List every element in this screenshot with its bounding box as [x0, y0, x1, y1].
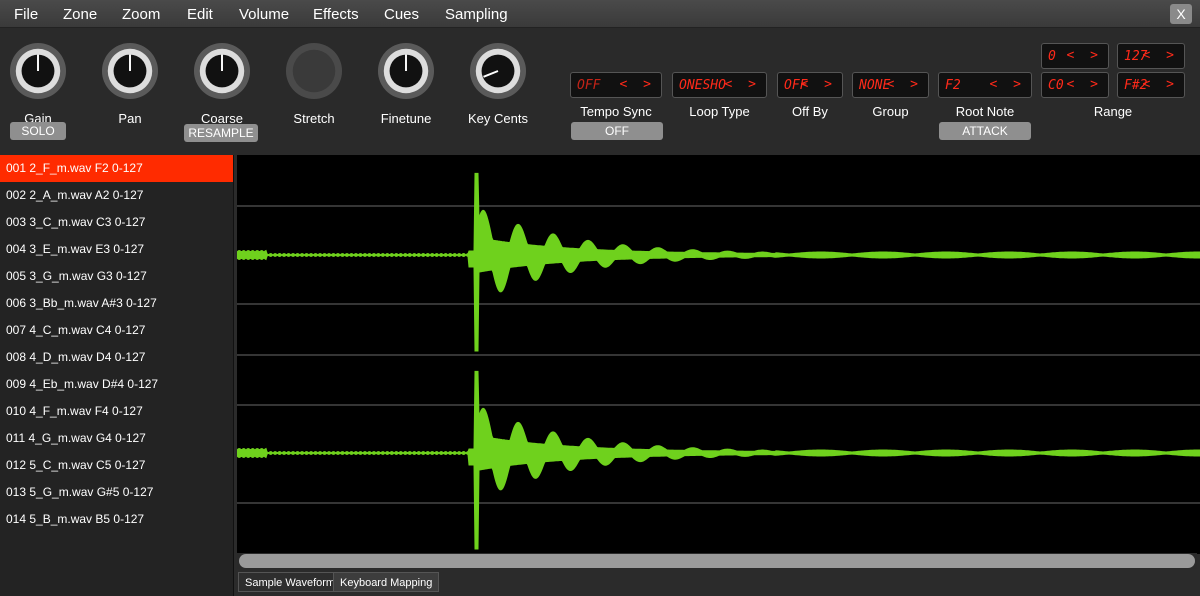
group-label: Group [872, 104, 909, 119]
attack-button[interactable]: ATTACK [939, 122, 1031, 140]
range-vel-high-arrows[interactable]: < > [1143, 48, 1178, 63]
coarse-control: Coarse [182, 42, 262, 126]
sample-list-item[interactable]: 014 5_B_m.wav B5 0-127 [0, 506, 233, 533]
sample-list-item[interactable]: 005 3_G_m.wav G3 0-127 [0, 263, 233, 290]
loop-type-value: ONESHO [679, 78, 726, 93]
waveform-channel-right [236, 370, 1200, 550]
waveform-channel-left [236, 172, 1200, 352]
sample-list-item[interactable]: 011 4_G_m.wav G4 0-127 [0, 425, 233, 452]
finetune-label: Finetune [380, 111, 432, 126]
tempo-sync-display[interactable]: OFF < > [570, 72, 662, 98]
menu-effects[interactable]: Effects [313, 6, 359, 23]
control-panel: Gain Pan Coarse Stretch Finetune Key Cen… [0, 28, 1200, 155]
sample-list-item[interactable]: 003 3_C_m.wav C3 0-127 [0, 209, 233, 236]
group-display[interactable]: NONE < > [852, 72, 929, 98]
key-cents-label: Key Cents [468, 111, 528, 126]
off-by-label: Off By [792, 104, 828, 119]
gain-knob[interactable] [9, 42, 67, 100]
range-key-high-display[interactable]: F#2 < > [1117, 72, 1185, 98]
menu-zoom[interactable]: Zoom [122, 6, 160, 23]
root-note-arrows[interactable]: < > [990, 77, 1025, 92]
range-key-high-arrows[interactable]: < > [1143, 77, 1178, 92]
menu-zone[interactable]: Zone [63, 6, 97, 23]
menu-sampling[interactable]: Sampling [445, 6, 508, 23]
pan-control: Pan [90, 42, 170, 126]
sample-list-item[interactable]: 002 2_A_m.wav A2 0-127 [0, 182, 233, 209]
sample-list-item[interactable]: 009 4_Eb_m.wav D#4 0-127 [0, 371, 233, 398]
waveform-scrollbar[interactable] [237, 553, 1197, 569]
menu-edit[interactable]: Edit [187, 6, 213, 23]
menu-bar: File Zone Zoom Edit Volume Effects Cues … [0, 0, 1200, 28]
range-vel-low-display[interactable]: 0 < > [1041, 43, 1109, 69]
tempo-sync-arrows[interactable]: < > [620, 77, 655, 92]
group-arrows[interactable]: < > [887, 77, 922, 92]
tab-keyboard-mapping[interactable]: Keyboard Mapping [333, 572, 440, 592]
key-cents-knob[interactable] [469, 42, 527, 100]
root-note-display[interactable]: F2 < > [938, 72, 1032, 98]
waveform-view[interactable] [236, 155, 1200, 554]
key-cents-control: Key Cents [458, 42, 538, 126]
sample-list-item[interactable]: 006 3_Bb_m.wav A#3 0-127 [0, 290, 233, 317]
sample-list-item[interactable]: 001 2_F_m.wav F2 0-127 [0, 155, 233, 182]
resample-button[interactable]: RESAMPLE [184, 124, 258, 142]
waveform-gridlines [237, 205, 1200, 504]
range-key-low-display[interactable]: C0 < > [1041, 72, 1109, 98]
pan-label: Pan [118, 111, 142, 126]
loop-type-arrows[interactable]: < > [725, 77, 760, 92]
pan-knob[interactable] [101, 42, 159, 100]
range-vel-low-arrows[interactable]: < > [1067, 48, 1102, 63]
range-vel-low-value: 0 [1048, 49, 1056, 64]
range-key-low-arrows[interactable]: < > [1067, 77, 1102, 92]
sample-list-item[interactable]: 012 5_C_m.wav C5 0-127 [0, 452, 233, 479]
sample-list-item[interactable]: 010 4_F_m.wav F4 0-127 [0, 398, 233, 425]
range-label: Range [1093, 104, 1133, 119]
coarse-knob[interactable] [193, 42, 251, 100]
tab-sample-waveform[interactable]: Sample Waveform [238, 572, 343, 592]
gain-control: Gain [0, 42, 78, 126]
waveform-display [236, 172, 1200, 550]
sample-list-item[interactable]: 004 3_E_m.wav E3 0-127 [0, 236, 233, 263]
menu-file[interactable]: File [14, 6, 38, 23]
sample-list-item[interactable]: 013 5_G_m.wav G#5 0-127 [0, 479, 233, 506]
sample-list-item[interactable]: 007 4_C_m.wav C4 0-127 [0, 317, 233, 344]
finetune-control: Finetune [366, 42, 446, 126]
close-button[interactable]: X [1170, 4, 1192, 24]
off-by-arrows[interactable]: < > [801, 77, 836, 92]
stretch-control: Stretch [274, 42, 354, 126]
menu-volume[interactable]: Volume [239, 6, 289, 23]
finetune-knob[interactable] [377, 42, 435, 100]
range-vel-high-display[interactable]: 127 < > [1117, 43, 1185, 69]
tempo-sync-label: Tempo Sync [580, 104, 652, 119]
root-note-value: F2 [945, 78, 961, 93]
tempo-sync-value: OFF [577, 78, 601, 93]
loop-type-label: Loop Type [689, 104, 750, 119]
stretch-knob[interactable] [285, 42, 343, 100]
range-key-low-value: C0 [1048, 78, 1064, 93]
loop-type-display[interactable]: ONESHO < > [672, 72, 767, 98]
sample-list: 001 2_F_m.wav F2 0-127 002 2_A_m.wav A2 0… [0, 155, 234, 596]
off-by-display[interactable]: OFF < > [777, 72, 843, 98]
tempo-sync-button[interactable]: OFF [571, 122, 663, 140]
sample-list-item[interactable]: 008 4_D_m.wav D4 0-127 [0, 344, 233, 371]
menu-cues[interactable]: Cues [384, 6, 419, 23]
scrollbar-thumb[interactable] [239, 554, 1195, 568]
stretch-label: Stretch [293, 111, 335, 126]
root-note-label: Root Note [955, 104, 1015, 119]
solo-button[interactable]: SOLO [10, 122, 66, 140]
